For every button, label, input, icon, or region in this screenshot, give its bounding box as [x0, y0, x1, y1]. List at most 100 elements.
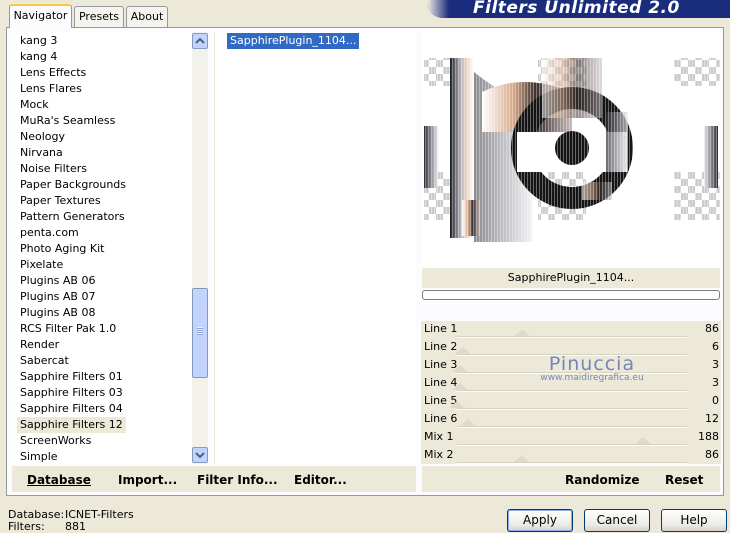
banner-title: Filters Unlimited 2.0	[473, 0, 680, 18]
category-item[interactable]: Sapphire Filters 03	[17, 385, 126, 401]
slider-thumb[interactable]	[452, 383, 468, 390]
preview-filter-name: SapphirePlugin_1104...	[422, 268, 720, 288]
filter-list[interactable]: SapphirePlugin_1104...	[214, 32, 416, 464]
slider-value: 3	[712, 358, 719, 371]
slider-label: Mix 1	[424, 430, 454, 443]
tab-presets-label: Presets	[78, 10, 120, 23]
cancel-button[interactable]: Cancel	[584, 509, 650, 532]
category-item[interactable]: kang 3	[17, 33, 60, 49]
slider-track[interactable]	[457, 354, 687, 356]
scroll-thumb[interactable]	[192, 288, 208, 378]
slider-thumb[interactable]	[635, 437, 651, 444]
preview-art	[422, 32, 720, 266]
slider-value: 12	[705, 412, 719, 425]
filter-item-selected[interactable]: SapphirePlugin_1104...	[227, 33, 360, 49]
slider-label: Line 1	[424, 322, 458, 335]
app-banner: Filters Unlimited 2.0	[427, 0, 730, 18]
category-item[interactable]: MuRa's Seamless	[17, 113, 118, 129]
slider-line-2[interactable]: Line 2 6	[421, 339, 721, 357]
scroll-down-button[interactable]	[192, 447, 208, 463]
tab-presets[interactable]: Presets	[74, 6, 124, 27]
chevron-down-icon	[195, 452, 205, 459]
slider-value: 188	[698, 430, 719, 443]
slider-label: Line 6	[424, 412, 458, 425]
chevron-up-icon	[195, 37, 205, 44]
category-item[interactable]: Plugins AB 06	[17, 273, 98, 289]
category-item[interactable]: Photo Aging Kit	[17, 241, 107, 257]
slider-line-3[interactable]: Line 3 3	[421, 357, 721, 375]
category-item[interactable]: Plugins AB 07	[17, 289, 98, 305]
slider-value: 6	[712, 340, 719, 353]
category-item[interactable]: Noise Filters	[17, 161, 90, 177]
parameter-sliders: Line 1 86 Line 2 6 Line 3 3 Line 4 3 Lin…	[421, 321, 721, 464]
slider-track[interactable]	[457, 372, 687, 374]
category-item[interactable]: Nirvana	[17, 145, 66, 161]
slider-label: Mix 2	[424, 448, 454, 461]
import-button[interactable]: Import...	[118, 473, 177, 487]
slider-value: 86	[705, 448, 719, 461]
navigator-action-bar: Database Import... Filter Info... Editor…	[12, 466, 416, 492]
category-item[interactable]: Sapphire Filters 01	[17, 369, 126, 385]
category-item[interactable]: RCS Filter Pak 1.0	[17, 321, 119, 337]
slider-track[interactable]	[457, 408, 687, 410]
slider-line-5[interactable]: Line 5 0	[421, 393, 721, 411]
slider-value: 86	[705, 322, 719, 335]
slider-thumb[interactable]	[460, 419, 476, 426]
category-item[interactable]: ScreenWorks	[17, 433, 94, 449]
slider-mix-1[interactable]: Mix 1 188	[421, 429, 721, 447]
editor-button[interactable]: Editor...	[294, 473, 347, 487]
preview-action-bar: Randomize Reset	[422, 466, 720, 492]
slider-thumb[interactable]	[455, 347, 471, 354]
progress-bar	[422, 290, 720, 300]
slider-thumb[interactable]	[449, 401, 465, 408]
slider-track[interactable]	[457, 462, 687, 464]
slider-line-1[interactable]: Line 1 86	[421, 321, 721, 339]
category-item[interactable]: penta.com	[17, 225, 82, 241]
slider-thumb[interactable]	[514, 329, 530, 336]
category-list[interactable]: kang 3 kang 4 Lens Effects Lens Flares M…	[12, 32, 208, 464]
reset-button[interactable]: Reset	[665, 473, 703, 487]
category-item[interactable]: Lens Flares	[17, 81, 85, 97]
slider-track[interactable]	[457, 390, 687, 392]
category-item[interactable]: Lens Effects	[17, 65, 89, 81]
slider-line-6[interactable]: Line 6 12	[421, 411, 721, 429]
slider-track[interactable]	[457, 426, 687, 428]
category-item[interactable]: Neology	[17, 129, 68, 145]
category-item[interactable]: Pattern Generators	[17, 209, 128, 225]
filter-info-button[interactable]: Filter Info...	[197, 473, 278, 487]
status-filters-value: 881	[65, 520, 86, 533]
category-item[interactable]: Pixelate	[17, 257, 66, 273]
status-filters: Filters: 881	[8, 520, 86, 533]
slider-value: 3	[712, 376, 719, 389]
category-item[interactable]: Paper Backgrounds	[17, 177, 129, 193]
tab-navigator-label: Navigator	[13, 9, 68, 22]
preview-image	[422, 32, 720, 266]
slider-thumb[interactable]	[452, 365, 468, 372]
category-item-selected[interactable]: Sapphire Filters 12	[17, 417, 126, 433]
scroll-up-button[interactable]	[192, 33, 208, 49]
slider-track[interactable]	[457, 336, 687, 338]
slider-track[interactable]	[457, 444, 687, 446]
tab-navigator[interactable]: Navigator	[9, 4, 72, 28]
slider-mix-2[interactable]: Mix 2 86	[421, 447, 721, 465]
help-button[interactable]: Help	[661, 509, 727, 532]
category-item[interactable]: Sabercat	[17, 353, 72, 369]
slider-value: 0	[712, 394, 719, 407]
slider-label: Line 2	[424, 340, 458, 353]
tab-about[interactable]: About	[126, 6, 168, 27]
tab-about-label: About	[130, 10, 164, 23]
slider-thumb[interactable]	[514, 455, 530, 462]
category-item[interactable]: Render	[17, 337, 62, 353]
database-button[interactable]: Database	[27, 473, 91, 487]
category-item[interactable]: kang 4	[17, 49, 60, 65]
category-item[interactable]: Plugins AB 08	[17, 305, 98, 321]
category-item[interactable]: Mock	[17, 97, 52, 113]
status-filters-label: Filters:	[8, 520, 45, 533]
category-scrollbar[interactable]	[192, 32, 208, 464]
randomize-button[interactable]: Randomize	[565, 473, 639, 487]
category-item[interactable]: Paper Textures	[17, 193, 104, 209]
apply-button[interactable]: Apply	[507, 509, 573, 532]
slider-line-4[interactable]: Line 4 3	[421, 375, 721, 393]
category-item[interactable]: Sapphire Filters 04	[17, 401, 126, 417]
category-item[interactable]: Simple	[17, 449, 61, 464]
